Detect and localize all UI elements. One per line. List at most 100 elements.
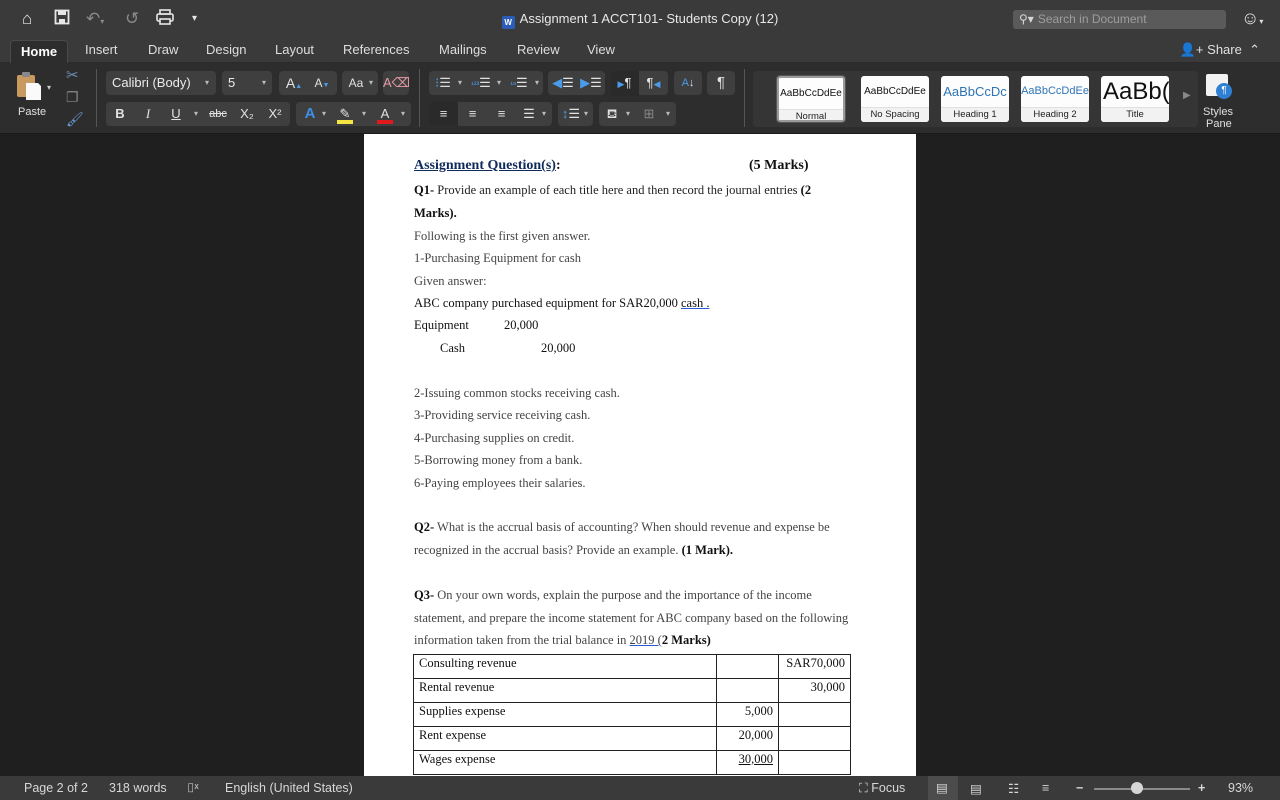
search-in-document-input[interactable]: ⚲▾ Search in Document bbox=[1013, 10, 1226, 29]
justify-icon[interactable]: ☰ bbox=[516, 102, 542, 126]
italic-button[interactable]: I bbox=[136, 102, 160, 126]
word-count[interactable]: 318 words bbox=[109, 781, 167, 795]
tab-review[interactable]: Review bbox=[517, 42, 560, 57]
strikethrough-button[interactable]: abc bbox=[204, 102, 232, 126]
paste-dropdown-icon[interactable]: ▾ bbox=[47, 83, 51, 92]
tab-view[interactable]: View bbox=[587, 42, 615, 57]
chevron-down-icon[interactable]: ▾ bbox=[362, 102, 366, 126]
chevron-down-icon[interactable]: ▾ bbox=[401, 102, 405, 126]
focus-label: Focus bbox=[871, 781, 906, 795]
align-right-icon[interactable]: ≡ bbox=[487, 102, 516, 126]
cut-icon[interactable]: ✂ bbox=[66, 66, 79, 84]
indent-group: ◀☰ ▶☰ bbox=[548, 71, 605, 95]
q3-label: Q3- bbox=[414, 588, 435, 602]
zoom-percent[interactable]: 93% bbox=[1228, 781, 1253, 795]
multilevel-list-icon[interactable]: ¹ᵃ☰ bbox=[507, 71, 531, 97]
chevron-down-icon[interactable]: ▾ bbox=[666, 102, 670, 126]
list-item: 5-Borrowing money from a bank. bbox=[414, 453, 583, 467]
list-item: 6-Paying employees their salaries. bbox=[414, 476, 586, 490]
align-center-icon[interactable]: ≡ bbox=[458, 102, 487, 126]
chevron-down-icon[interactable]: ▾ bbox=[322, 102, 326, 126]
zoom-slider-thumb[interactable] bbox=[1131, 782, 1144, 794]
borders-icon[interactable]: ⊞ bbox=[637, 102, 661, 126]
paste-button[interactable]: ▾ Paste bbox=[14, 69, 54, 127]
chevron-down-icon[interactable]: ▾ bbox=[458, 71, 462, 95]
journal-debit-account: Equipment bbox=[414, 318, 469, 332]
sort-button[interactable]: A↓ bbox=[674, 71, 702, 95]
numbering-icon[interactable]: ¹²³☰ bbox=[469, 71, 493, 97]
font-color-icon[interactable]: A bbox=[374, 102, 396, 126]
language-indicator[interactable]: English (United States) bbox=[225, 781, 353, 795]
bullets-icon[interactable]: ⁝☰ bbox=[431, 71, 455, 95]
chevron-down-icon[interactable]: ▾ bbox=[626, 102, 630, 126]
zoom-in-button[interactable]: + bbox=[1198, 781, 1205, 795]
style-normal[interactable]: AaBbCcDdEe Normal bbox=[776, 75, 846, 123]
web-layout-icon[interactable]: ▤ bbox=[970, 781, 982, 796]
tab-insert[interactable]: Insert bbox=[85, 42, 118, 57]
styles-pane-button[interactable]: ¶ Styles Pane bbox=[1200, 71, 1238, 131]
decrease-indent-icon[interactable]: ◀☰ bbox=[550, 71, 576, 95]
chevron-down-icon[interactable]: ▾ bbox=[497, 71, 501, 95]
given-intro: Following is the first given answer. bbox=[414, 229, 591, 243]
tab-layout[interactable]: Layout bbox=[275, 42, 314, 57]
collapse-ribbon-icon[interactable]: ⌃ bbox=[1249, 42, 1260, 57]
print-layout-view-button[interactable]: ▤ bbox=[928, 776, 958, 800]
q2-line: Q2- What is the accrual basis of account… bbox=[414, 520, 830, 535]
bold-button[interactable]: B bbox=[108, 102, 132, 126]
q1-marks-cont: Marks). bbox=[414, 206, 457, 220]
table-row: Rent expense 20,000 bbox=[413, 726, 851, 751]
page-indicator[interactable]: Page 2 of 2 bbox=[24, 781, 88, 795]
font-size-group: A▲ A▼ bbox=[279, 71, 337, 95]
show-formatting-button[interactable]: ¶ bbox=[707, 71, 735, 95]
draft-view-icon[interactable]: ≡ bbox=[1042, 781, 1049, 795]
tab-draw[interactable]: Draw bbox=[148, 42, 178, 57]
tab-home[interactable]: Home bbox=[10, 40, 69, 64]
highlight-color-icon[interactable]: ✎ bbox=[334, 102, 356, 126]
style-title[interactable]: AaBb( Title bbox=[1101, 76, 1169, 122]
styles-pane-label: Pane bbox=[1206, 118, 1232, 130]
format-painter-icon[interactable]: 🖌 bbox=[66, 111, 84, 128]
line-spacing-button[interactable]: ↕☰ ▾ bbox=[558, 102, 593, 126]
grow-font-icon[interactable]: A▲ bbox=[281, 71, 307, 99]
underline-button[interactable]: U bbox=[164, 102, 188, 126]
style-heading-1[interactable]: AaBbCcDc Heading 1 bbox=[941, 76, 1009, 122]
font-size-dropdown[interactable]: 5 ▾ bbox=[222, 71, 272, 95]
ltr-direction-icon[interactable]: ▶¶ bbox=[610, 71, 639, 96]
align-left-icon[interactable]: ≡ bbox=[429, 102, 458, 126]
chevron-down-icon[interactable]: ▾ bbox=[542, 102, 546, 126]
q3-line-3: information taken from the trial balance… bbox=[414, 633, 711, 648]
text-effects-icon[interactable]: A bbox=[300, 102, 320, 126]
rtl-direction-icon[interactable]: ¶◀ bbox=[639, 71, 668, 96]
subscript-button[interactable]: X₂ bbox=[234, 102, 260, 126]
outline-view-icon[interactable]: ☷ bbox=[1008, 781, 1019, 796]
example-line: ABC company purchased equipment for SAR2… bbox=[414, 296, 709, 311]
superscript-button[interactable]: X² bbox=[262, 102, 288, 126]
copy-icon[interactable]: ❐ bbox=[66, 89, 79, 106]
document-page[interactable]: Assignment Question(s): (5 Marks) Q1- Pr… bbox=[364, 134, 916, 776]
focus-button[interactable]: ⛶ Focus bbox=[859, 781, 905, 796]
tab-mailings[interactable]: Mailings bbox=[439, 42, 487, 57]
shrink-font-icon[interactable]: A▼ bbox=[309, 71, 335, 98]
style-no-spacing[interactable]: AaBbCcDdEe No Spacing bbox=[861, 76, 929, 122]
shading-icon[interactable]: ⛾ bbox=[601, 102, 623, 126]
proofing-icon[interactable]: ⌷ˣ bbox=[187, 781, 199, 796]
increase-indent-icon[interactable]: ▶☰ bbox=[578, 71, 604, 95]
styles-gallery-next-icon[interactable]: ▶ bbox=[1183, 90, 1191, 101]
q3-line: Q3- On your own words, explain the purpo… bbox=[414, 588, 812, 603]
clear-formatting-button[interactable]: A⌫ bbox=[383, 71, 410, 95]
underline-dropdown-icon[interactable]: ▾ bbox=[194, 102, 198, 126]
chevron-down-icon[interactable]: ▾ bbox=[535, 71, 539, 95]
smiley-feedback-icon[interactable]: ☺▾ bbox=[1241, 8, 1263, 29]
tab-references[interactable]: References bbox=[343, 42, 409, 57]
tab-design[interactable]: Design bbox=[206, 42, 246, 57]
list-item: 3-Providing service receiving cash. bbox=[414, 408, 591, 422]
change-case-button[interactable]: Aa ▾ bbox=[342, 71, 378, 95]
font-name-dropdown[interactable]: Calibri (Body) ▾ bbox=[106, 71, 216, 95]
style-label: Normal bbox=[779, 109, 843, 120]
divider bbox=[96, 69, 97, 127]
share-button[interactable]: 👤+ Share ⌃ bbox=[1180, 42, 1260, 58]
style-heading-2[interactable]: AaBbCcDdEe Heading 2 bbox=[1021, 76, 1089, 122]
zoom-out-button[interactable]: − bbox=[1076, 781, 1083, 795]
q1-label: Q1- bbox=[414, 183, 435, 197]
table-row: Wages expense 30,000 bbox=[413, 750, 851, 775]
